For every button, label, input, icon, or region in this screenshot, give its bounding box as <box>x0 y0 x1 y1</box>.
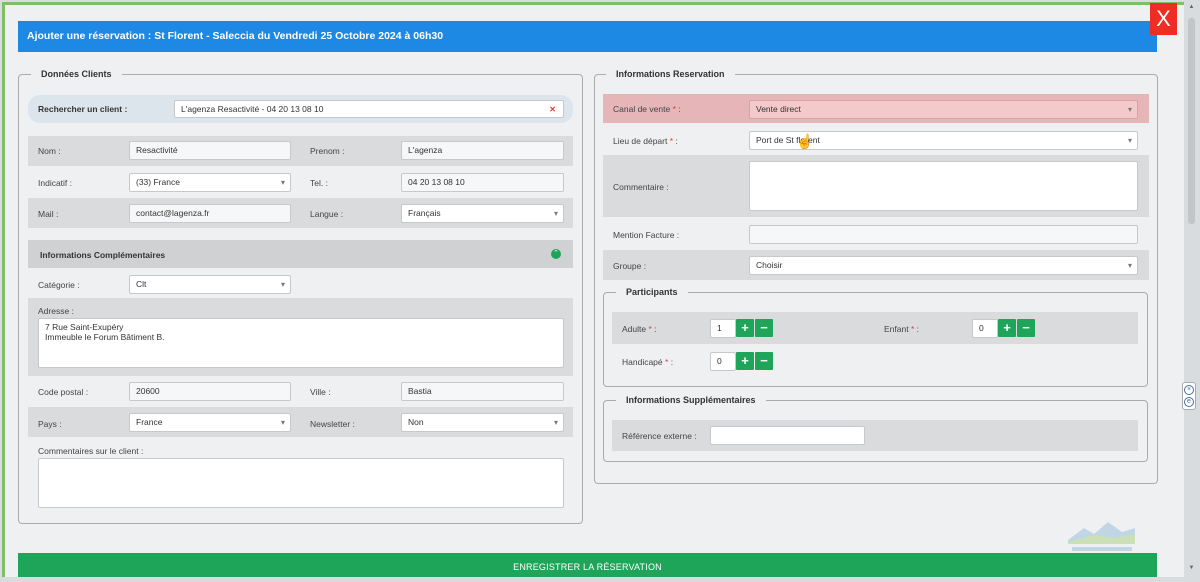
edge-extension-icon[interactable]: e <box>1184 397 1194 407</box>
ref-label: Référence externe : <box>622 431 697 441</box>
enfant-label: Enfant * : <box>884 324 919 334</box>
save-reservation-button[interactable]: ENREGISTRER LA RÉSERVATION <box>18 553 1157 577</box>
info-comp-title: Informations Complémentaires <box>40 250 166 260</box>
nom-input[interactable]: Resactivité <box>129 141 291 160</box>
mail-label: Mail : <box>38 209 59 219</box>
pays-label: Pays : <box>38 419 62 429</box>
enfant-minus-button[interactable]: − <box>1017 319 1035 337</box>
commentaire-textarea[interactable] <box>749 161 1138 211</box>
groupe-label: Groupe : <box>613 261 647 271</box>
client-comments-textarea[interactable] <box>38 458 564 508</box>
band-participants <box>612 312 1138 344</box>
brand-logo <box>1068 522 1135 551</box>
chevron-up-icon[interactable]: ⌃ <box>551 249 561 259</box>
indicatif-label: Indicatif : <box>38 178 73 188</box>
close-button[interactable]: X <box>1150 3 1177 35</box>
handicape-plus-button[interactable]: + <box>736 352 754 370</box>
canal-label: Canal de vente * : <box>613 104 681 114</box>
langue-label: Langue : <box>310 209 344 219</box>
langue-select[interactable]: Français <box>401 204 564 223</box>
participants-legend: Participants <box>616 286 688 299</box>
scroll-down-icon[interactable]: ▼ <box>1187 565 1196 571</box>
mention-label: Mention Facture : <box>613 230 680 240</box>
client-search-value: L'agenza Resactivité - 04 20 13 08 10 <box>181 104 324 114</box>
cp-label: Code postal : <box>38 387 89 397</box>
mention-input[interactable] <box>749 225 1138 244</box>
clear-icon[interactable]: ✕ <box>549 101 556 117</box>
enfant-input[interactable]: 0 <box>972 319 998 338</box>
prenom-input[interactable]: L'agenza <box>401 141 564 160</box>
adulte-input[interactable]: 1 <box>710 319 736 338</box>
modal-title: Ajouter une réservation : St Florent - S… <box>18 21 1157 52</box>
client-search-input[interactable]: L'agenza Resactivité - 04 20 13 08 10 ✕ <box>174 100 564 118</box>
side-tools[interactable]: × e <box>1182 382 1196 410</box>
handicape-minus-button[interactable]: − <box>755 352 773 370</box>
adresse-textarea[interactable]: 7 Rue Saint-Exupéry Immeuble le Forum Bâ… <box>38 318 564 368</box>
lieu-label: Lieu de départ * : <box>613 136 678 146</box>
adulte-minus-button[interactable]: − <box>755 319 773 337</box>
tel-label: Tel. : <box>310 178 328 188</box>
cp-input[interactable]: 20600 <box>129 382 291 401</box>
close-circle-icon[interactable]: × <box>1184 385 1194 395</box>
client-legend: Données Clients <box>31 68 122 81</box>
adresse-label: Adresse : <box>38 306 74 316</box>
ref-input[interactable] <box>710 426 865 445</box>
adresse-line-2: Immeuble le Forum Bâtiment B. <box>45 332 165 342</box>
groupe-select[interactable]: Choisir <box>749 256 1138 275</box>
handicape-input[interactable]: 0 <box>710 352 736 371</box>
categorie-select[interactable]: Clt <box>129 275 291 294</box>
ville-label: Ville : <box>310 387 331 397</box>
pays-select[interactable]: France <box>129 413 291 432</box>
enfant-plus-button[interactable]: + <box>998 319 1016 337</box>
adulte-plus-button[interactable]: + <box>736 319 754 337</box>
search-client-label: Rechercher un client : <box>38 104 128 114</box>
adulte-label: Adulte * : <box>622 324 657 334</box>
prenom-label: Prenom : <box>310 146 345 156</box>
scrollbar[interactable]: ▲ ▼ <box>1187 4 1196 571</box>
ville-input[interactable]: Bastia <box>401 382 564 401</box>
scroll-up-icon[interactable]: ▲ <box>1187 4 1196 10</box>
tel-input[interactable]: 04 20 13 08 10 <box>401 173 564 192</box>
mouse-cursor-icon: ☝ <box>796 133 814 149</box>
scrollbar-thumb[interactable] <box>1188 18 1195 224</box>
handicape-label: Handicapé * : <box>622 357 674 367</box>
reservation-legend: Informations Reservation <box>606 68 735 81</box>
newsletter-label: Newsletter : <box>310 419 355 429</box>
nom-label: Nom : <box>38 146 61 156</box>
mail-input[interactable]: contact@lagenza.fr <box>129 204 291 223</box>
newsletter-select[interactable]: Non <box>401 413 564 432</box>
commentaire-label: Commentaire : <box>613 182 669 192</box>
supp-legend: Informations Supplémentaires <box>616 394 766 407</box>
indicatif-select[interactable]: (33) France <box>129 173 291 192</box>
adresse-line-1: 7 Rue Saint-Exupéry <box>45 322 124 332</box>
canal-select[interactable]: Vente direct <box>749 100 1138 119</box>
client-comments-label: Commentaires sur le client : <box>38 446 144 456</box>
categorie-label: Catégorie : <box>38 280 80 290</box>
